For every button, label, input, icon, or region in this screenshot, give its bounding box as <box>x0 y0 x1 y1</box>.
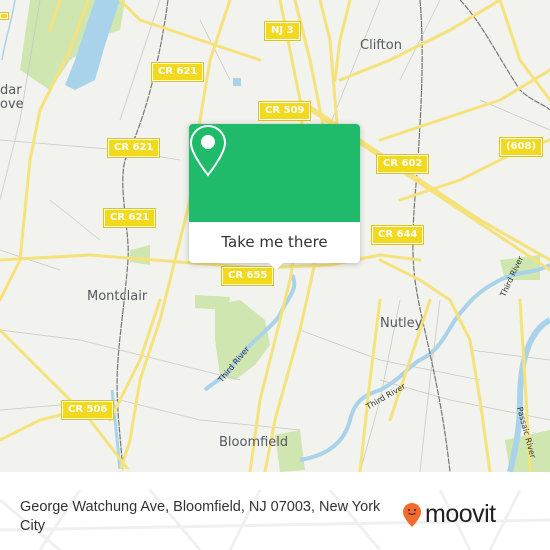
park-area <box>195 295 230 310</box>
place-clifton: Clifton <box>360 38 402 53</box>
popup-pointer <box>267 261 285 270</box>
map-view[interactable]: dar ove Clifton Montclair Nutley Bloomfie… <box>0 0 550 472</box>
stream <box>1 0 16 61</box>
road-shield-cr506: CR 506 <box>60 400 115 420</box>
map-attribution[interactable]: © OpenStreetMap contributors <box>0 469 168 472</box>
road-shield-cr509: CR 509 <box>257 101 312 121</box>
third-river-east <box>299 263 550 462</box>
park-area <box>130 245 150 265</box>
road-shield-nj3: NJ 3 <box>264 21 301 41</box>
moovit-wordmark: moovit <box>425 500 496 528</box>
road-shield-cr621: CR 621 <box>106 138 161 158</box>
place-montclair: Montclair <box>87 289 148 304</box>
popup-header <box>189 124 360 222</box>
road-shield-608: (608) <box>498 137 544 157</box>
place-cedar-grove: dar ove <box>0 83 24 112</box>
footer: George Watchung Ave, Bloomfield, NJ 0700… <box>0 490 550 550</box>
location-popup[interactable]: Take me there <box>189 124 360 270</box>
road-shield-cr621: CR 621 <box>150 62 205 82</box>
pond <box>233 78 241 86</box>
address-text: George Watchung Ave, Bloomfield, NJ 0700… <box>20 499 381 534</box>
take-me-there-button[interactable]: Take me there <box>189 222 360 263</box>
road-shield-cr621: CR 621 <box>102 208 157 228</box>
moovit-logo[interactable]: moovit <box>402 500 496 529</box>
location-pin-icon <box>189 124 227 177</box>
road-shield-cr602: CR 602 <box>375 154 430 174</box>
road-shield-cr655: CR 655 <box>220 266 275 286</box>
road-shield-cr644: CR 644 <box>370 225 425 245</box>
road-shield-partial <box>0 12 9 20</box>
moovit-pin-icon <box>403 502 421 527</box>
place-nutley: Nutley <box>380 316 423 331</box>
place-bloomfield: Bloomfield <box>219 435 289 450</box>
